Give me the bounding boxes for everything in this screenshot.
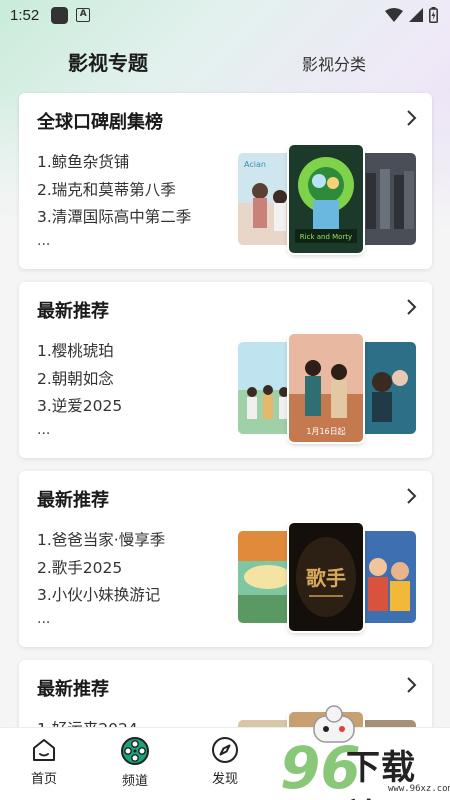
more-ellipsis: ...	[37, 610, 51, 627]
nav-discover-label: 发现	[211, 772, 238, 787]
poster-center-title: 1月16日起	[306, 427, 345, 436]
nav-home-label: 首页	[30, 772, 57, 787]
list-item[interactable]: 1.樱桃琥珀	[37, 338, 122, 366]
list-item[interactable]: 2.朝朝如念	[37, 366, 122, 394]
more-ellipsis: ...	[37, 232, 51, 249]
poster-center: Rick and Morty	[289, 145, 363, 253]
list-item[interactable]: 3.小伙小妹换游记	[37, 582, 165, 610]
card-list: 1.爸爸当家·慢享季 2.歌手2025 3.小伙小妹换游记 ...	[37, 527, 165, 628]
list-item[interactable]: 3.清潭国际高中第二季	[37, 204, 191, 232]
notification-a-icon: A	[76, 8, 91, 22]
topic-card[interactable]: 最新推荐 1.爸爸当家·慢享季 2.歌手2025 3.小伙小妹换游记 ... 歌…	[19, 471, 432, 647]
battery-icon	[429, 7, 438, 23]
compass-icon	[212, 737, 238, 763]
list-item[interactable]: 2.瑞克和莫蒂第八季	[37, 177, 191, 205]
poster-stack[interactable]: 歌手	[238, 523, 416, 633]
chevron-right-icon[interactable]	[406, 487, 418, 505]
card-title: 全球口碑剧集榜	[37, 112, 163, 133]
list-item[interactable]: 1.鲸鱼杂货铺	[37, 149, 191, 177]
poster-center: 1月16日起	[289, 334, 363, 442]
status-time: 1:52	[10, 6, 40, 24]
card-title: 最新推荐	[37, 679, 109, 700]
home-icon	[33, 739, 55, 761]
watermark-url: www.96xz.com	[388, 784, 450, 794]
svg-text:Acian: Acian	[244, 160, 266, 169]
tab-topics[interactable]: 影视专题	[68, 47, 148, 76]
list-item[interactable]: 2.歌手2025	[37, 555, 165, 583]
chevron-right-icon[interactable]	[406, 676, 418, 694]
nav-channel-label: 频道	[121, 774, 148, 789]
film-reel-icon	[121, 737, 149, 765]
card-title: 最新推荐	[37, 490, 109, 511]
list-item[interactable]: 3.逆爱2025	[37, 393, 122, 421]
card-title: 最新推荐	[37, 301, 109, 322]
more-ellipsis: ...	[37, 421, 51, 438]
chevron-right-icon[interactable]	[406, 109, 418, 127]
list-item[interactable]: 1.爸爸当家·慢享季	[37, 527, 165, 555]
poster-right	[360, 342, 416, 434]
chevron-right-icon[interactable]	[406, 298, 418, 316]
tab-categories[interactable]: 影视分类	[302, 51, 366, 75]
topic-card[interactable]: 全球口碑剧集榜 1.鲸鱼杂货铺 2.瑞克和莫蒂第八季 3.清潭国际高中第二季 .…	[19, 93, 432, 269]
poster-stack[interactable]: 1月16日起	[238, 334, 416, 444]
poster-stack[interactable]: Acian Rick and Morty	[238, 145, 416, 255]
poster-center-title: 歌手	[306, 566, 346, 590]
signal-icon	[409, 8, 423, 22]
topic-card[interactable]: 最新推荐 1.樱桃琥珀 2.朝朝如念 3.逆爱2025 ... 1月16日起	[19, 282, 432, 458]
card-list: 1.樱桃琥珀 2.朝朝如念 3.逆爱2025 ...	[37, 338, 122, 439]
nav-channel[interactable]: 频道	[105, 736, 165, 789]
card-list: 1.鲸鱼杂货铺 2.瑞克和莫蒂第八季 3.清潭国际高中第二季 ...	[37, 149, 191, 250]
notification-app-icon	[51, 6, 69, 24]
status-bar: 1:52 A	[0, 0, 450, 30]
watermark-logo: 96 下载站 www.96xz.com	[278, 700, 450, 800]
nav-home[interactable]: 首页	[14, 736, 74, 787]
poster-right	[360, 153, 416, 245]
poster-center: 歌手	[289, 523, 363, 631]
wifi-icon	[385, 8, 403, 22]
poster-right	[360, 531, 416, 623]
nav-discover[interactable]: 发现	[195, 736, 255, 787]
poster-center-title: Rick and Morty	[300, 233, 352, 241]
top-tabs: 影视专题 影视分类	[0, 44, 450, 80]
